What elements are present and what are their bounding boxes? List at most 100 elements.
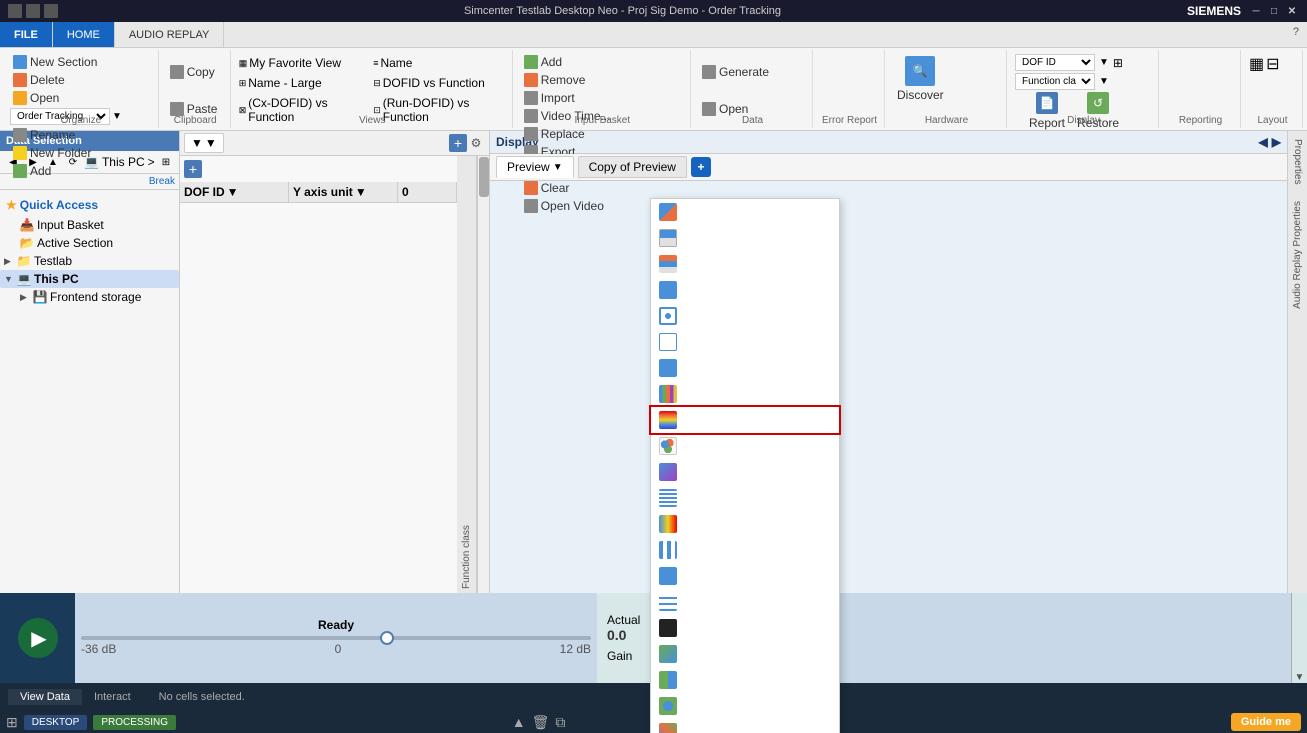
scroll-bar[interactable] — [477, 156, 489, 593]
middle-settings-button[interactable]: ⚙ — [467, 134, 485, 152]
active-section-icon: 📂 — [20, 236, 34, 250]
break-button[interactable]: Break — [149, 176, 175, 187]
preview-dropdown-arrow[interactable]: ▼ — [553, 162, 563, 173]
view-dofid-function[interactable]: ⊟ DOFID vs Function — [373, 74, 506, 92]
menu-item-colormap[interactable]: Colormap — [651, 407, 839, 433]
rename-button[interactable]: Rename — [10, 127, 152, 143]
view-name-large[interactable]: ⊞ Name - Large — [239, 74, 372, 92]
new-section-icon — [13, 55, 27, 69]
dof-id-expand-icon[interactable]: ⊞ — [1113, 56, 1123, 70]
bottom-icon-up[interactable]: ▲ — [512, 714, 526, 730]
th-zero[interactable]: 0 — [398, 182, 457, 202]
filter-button[interactable]: ▼ ▼ — [184, 133, 224, 153]
minimize-button[interactable]: ─ — [1249, 4, 1263, 18]
add-button[interactable]: Add — [10, 163, 152, 179]
tab-audio-replay[interactable]: AUDIO REPLAY — [115, 22, 225, 47]
view-icon-1: ▦ — [239, 58, 248, 69]
function-class-dropdown[interactable]: Function class — [1015, 73, 1095, 90]
slider-thumb[interactable] — [380, 631, 394, 645]
data-generate-icon — [702, 65, 716, 79]
menu-item-xy[interactable]: XY — [651, 329, 839, 355]
ib-replace-button[interactable]: Replace — [521, 126, 684, 142]
add-row-button[interactable]: + — [184, 160, 202, 178]
maximize-button[interactable]: □ — [1267, 4, 1281, 18]
bottom-icon-copy[interactable]: ⧉ — [555, 714, 565, 731]
paste-icon — [170, 102, 184, 116]
data-generate-button[interactable]: Generate — [699, 54, 806, 89]
desktop-grid-icon[interactable]: ⊞ — [6, 714, 18, 731]
copy-button[interactable]: Copy — [167, 54, 224, 89]
menu-item-bode[interactable]: Bode — [651, 225, 839, 251]
function-class-sidebar: Function class — [457, 156, 477, 593]
th-dof-id[interactable]: DOF ID ▼ — [180, 182, 289, 202]
restore-icon: ↺ — [1087, 92, 1109, 114]
desktop-badge[interactable]: DESKTOP — [24, 715, 88, 730]
play-button[interactable]: ▶ — [18, 618, 58, 658]
audio-replay-properties-label[interactable]: Audio Replay Properties — [1290, 193, 1305, 317]
tab-home[interactable]: HOME — [53, 22, 115, 47]
th-y-axis-unit[interactable]: Y axis unit ▼ — [289, 182, 398, 202]
data-table-area: + DOF ID ▼ Y axis unit ▼ 0 — [180, 156, 457, 593]
ib-clear-button[interactable]: Clear — [521, 180, 684, 196]
ribbon-group-data: Generate Open Data — [693, 50, 813, 128]
interact-tab[interactable]: Interact — [82, 689, 143, 705]
add-tab-button[interactable]: + FrontBack Bode UpperLower — [691, 157, 711, 177]
title-bar-right: SIEMENS ─ □ ✕ — [1187, 4, 1299, 18]
middle-add-button[interactable]: + — [449, 134, 467, 152]
tree-frontend-storage[interactable]: ▶ 💾 Frontend storage — [0, 288, 179, 306]
input-basket-item[interactable]: 📥 Input Basket — [0, 216, 179, 234]
ib-remove-button[interactable]: Remove — [521, 72, 684, 88]
properties-label[interactable]: Properties — [1290, 131, 1305, 193]
menu-item-pointcloud[interactable]: PointCloud — [651, 433, 839, 459]
menu-item-octave[interactable]: Octave — [651, 381, 839, 407]
pointcloud-icon — [659, 437, 677, 455]
close-button[interactable]: ✕ — [1285, 4, 1299, 18]
right-scrollbar[interactable]: ▼ — [1291, 593, 1307, 683]
testlab-icon: 📁 — [17, 254, 31, 268]
open-button[interactable]: Open — [10, 90, 152, 106]
ib-import-button[interactable]: Import — [521, 90, 684, 106]
processing-badge[interactable]: PROCESSING — [93, 715, 176, 730]
new-section-button[interactable]: New Section — [10, 54, 152, 70]
menu-item-frontback[interactable]: FrontBack — [651, 199, 839, 225]
tree-this-pc[interactable]: ▼ 💻 This PC — [0, 270, 179, 288]
menu-item-gps[interactable]: GPS — [651, 355, 839, 381]
view-name[interactable]: ≡ Name — [373, 54, 506, 72]
menu-item-functionmap[interactable]: Function-Map — [651, 485, 839, 511]
delete-button[interactable]: Delete — [10, 72, 152, 88]
tab-file[interactable]: FILE — [0, 22, 53, 47]
ib-add-button[interactable]: Add — [521, 54, 684, 70]
organize-label: Organize — [4, 115, 158, 126]
menu-item-matrix[interactable]: Matrix — [651, 537, 839, 563]
matrixheatmap-icon — [659, 515, 677, 533]
menu-item-upperlower[interactable]: UpperLower — [651, 251, 839, 277]
scroll-down-arrow[interactable]: ▼ — [1292, 672, 1307, 683]
left-panel: Data Selection ◀ ▶ ▲ ⟳ 💻 This PC > ⊞ Bre… — [0, 131, 180, 593]
scroll-thumb[interactable] — [479, 157, 489, 197]
tree-testlab[interactable]: ▶ 📁 Testlab — [0, 252, 179, 270]
view-data-tab[interactable]: View Data — [8, 689, 82, 705]
menu-item-nyquist[interactable]: Nyquist — [651, 303, 839, 329]
display-expand-icon[interactable]: ▶ — [1272, 135, 1281, 149]
bottom-icon-trash[interactable]: 🗑 — [532, 714, 550, 731]
display-collapse-icon[interactable]: ◀ — [1259, 135, 1268, 149]
menu-item-matrixheatmap[interactable]: Matrix-Heatmap — [651, 511, 839, 537]
ribbon-tabs: FILE HOME AUDIO REPLAY ? — [0, 22, 1307, 48]
menu-item-numerical[interactable]: Numerical — [651, 563, 839, 589]
view-my-favorite[interactable]: ▦ My Favorite View — [239, 54, 372, 72]
nav-expand-button[interactable]: ⊞ — [157, 153, 175, 171]
active-section-item[interactable]: 📂 Active Section — [0, 234, 179, 252]
new-folder-button[interactable]: New Folder — [10, 145, 152, 161]
slider-track[interactable] — [81, 636, 591, 640]
menu-item-multitrace[interactable]: Multi-Trace — [651, 277, 839, 303]
menu-item-waterfall[interactable]: Waterfall — [651, 459, 839, 485]
dof-id-dropdown[interactable]: DOF ID — [1015, 54, 1095, 71]
guide-me-button[interactable]: Guide me — [1231, 713, 1301, 731]
tab-copy-preview[interactable]: Copy of Preview — [578, 156, 687, 178]
quick-access-header[interactable]: ★ Quick Access — [0, 194, 179, 216]
help-button[interactable]: ? — [1285, 22, 1307, 47]
app-icons — [8, 4, 58, 18]
right-panel: Properties Audio Replay Properties — [1287, 131, 1307, 593]
tab-preview[interactable]: Preview ▼ — [496, 156, 574, 178]
menu-item-table[interactable]: Table — [651, 589, 839, 593]
